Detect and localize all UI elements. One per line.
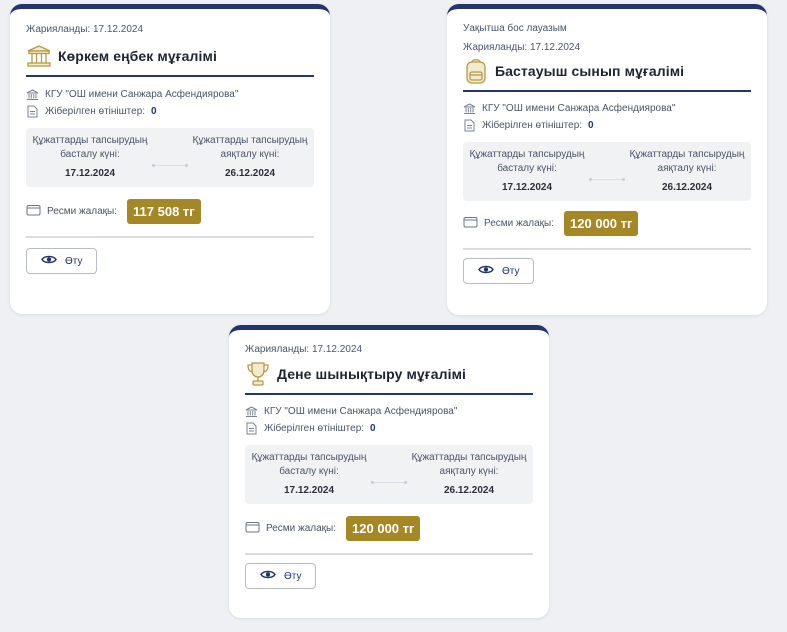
start-date-value: 17.12.2024 bbox=[283, 485, 335, 496]
salary-label: Ресми жалақы: bbox=[266, 523, 337, 534]
start-date-column: Құжаттарды тапсырудың басталу күні: 17.1… bbox=[30, 134, 150, 179]
salary-badge: 120 000 тг bbox=[346, 516, 421, 541]
end-date-column: Құжаттарды тапсырудың аяқталу күні: 26.1… bbox=[190, 134, 310, 179]
date-connector bbox=[587, 178, 627, 181]
view-button-label: Өту bbox=[502, 265, 520, 277]
applications-label: Жіберілген өтініштер: bbox=[45, 106, 146, 117]
salary-badge: 120 000 тг bbox=[564, 211, 639, 236]
card-title-row: Дене шынықтыру мұғалімі bbox=[245, 361, 533, 395]
card-divider bbox=[245, 553, 533, 555]
salary-row: Ресми жалақы: 120 000 тг bbox=[463, 211, 751, 236]
salary-label: Ресми жалақы: bbox=[47, 206, 118, 217]
applications-count: 0 bbox=[370, 423, 376, 434]
start-date-value: 17.12.2024 bbox=[64, 168, 116, 179]
view-button[interactable]: Өту bbox=[26, 248, 98, 274]
applications-row: Жіберілген өтініштер: 0 bbox=[26, 103, 314, 120]
view-button[interactable]: Өту bbox=[463, 258, 535, 284]
end-date-label: Құжаттарды тапсырудың аяқталу күні: bbox=[411, 452, 527, 477]
applications-label: Жіберілген өтініштер: bbox=[482, 120, 583, 131]
document-icon bbox=[26, 105, 39, 118]
vacancy-status-label: Уақытша бос лауазым bbox=[463, 23, 567, 34]
applications-count: 0 bbox=[588, 120, 594, 131]
view-button-label: Өту bbox=[284, 570, 302, 582]
published-date: Жарияланды: 17.12.2024 bbox=[26, 24, 144, 35]
salary-row: Ресми жалақы: 120 000 тг bbox=[245, 516, 533, 541]
start-date-column: Құжаттарды тапсырудың басталу күні: 17.1… bbox=[249, 451, 369, 496]
start-date-label: Құжаттарды тапсырудың басталу күні: bbox=[469, 149, 585, 174]
card-title-row: Бастауыш сынып мұғалімі bbox=[463, 58, 751, 92]
vacancy-title[interactable]: Дене шынықтыру мұғалімі bbox=[277, 366, 466, 382]
published-date: Жарияланды: 17.12.2024 bbox=[245, 344, 363, 355]
organization-name: КГУ "ОШ имени Санжара Асфендиярова" bbox=[482, 103, 676, 114]
column-building-icon bbox=[26, 43, 52, 69]
dates-box: Құжаттарды тапсырудың басталу күні: 17.1… bbox=[245, 445, 533, 504]
eye-icon bbox=[41, 254, 57, 268]
organization-row: КГУ "ОШ имени Санжара Асфендиярова" bbox=[26, 86, 314, 103]
applications-count: 0 bbox=[151, 106, 157, 117]
salary-label: Ресми жалақы: bbox=[484, 218, 555, 229]
start-date-column: Құжаттарды тапсырудың басталу күні: 17.1… bbox=[467, 148, 587, 193]
dates-box: Құжаттарды тапсырудың басталу күні: 17.1… bbox=[26, 128, 314, 187]
vacancy-card: Жарияланды: 17.12.2024 Дене шынықтыру мұ… bbox=[229, 325, 549, 618]
view-button-label: Өту bbox=[65, 255, 83, 267]
vacancy-title[interactable]: Көркем еңбек мұғалімі bbox=[58, 48, 217, 64]
end-date-column: Құжаттарды тапсырудың аяқталу күні: 26.1… bbox=[627, 148, 747, 193]
wallet-icon bbox=[245, 521, 260, 536]
end-date-value: 26.12.2024 bbox=[443, 485, 495, 496]
vacancy-title[interactable]: Бастауыш сынып мұғалімі bbox=[495, 63, 684, 79]
end-date-column: Құжаттарды тапсырудың аяқталу күні: 26.1… bbox=[409, 451, 529, 496]
applications-row: Жіберілген өтініштер: 0 bbox=[245, 420, 533, 437]
start-date-value: 17.12.2024 bbox=[501, 182, 553, 193]
backpack-icon bbox=[463, 58, 489, 84]
vacancy-card: Уақытша бос лауазым Жарияланды: 17.12.20… bbox=[447, 4, 767, 315]
start-date-label: Құжаттарды тапсырудың басталу күні: bbox=[32, 135, 148, 160]
bank-building-icon bbox=[26, 88, 39, 101]
end-date-value: 26.12.2024 bbox=[224, 168, 276, 179]
end-date-value: 26.12.2024 bbox=[661, 182, 713, 193]
salary-row: Ресми жалақы: 117 508 тг bbox=[26, 199, 314, 224]
date-connector bbox=[369, 481, 409, 484]
wallet-icon bbox=[463, 216, 478, 231]
applications-label: Жіберілген өтініштер: bbox=[264, 423, 365, 434]
salary-badge: 117 508 тг bbox=[127, 199, 201, 224]
document-icon bbox=[463, 119, 476, 132]
card-divider bbox=[26, 236, 314, 238]
card-divider bbox=[463, 248, 751, 250]
trophy-icon bbox=[245, 361, 271, 387]
end-date-label: Құжаттарды тапсырудың аяқталу күні: bbox=[192, 135, 308, 160]
bank-building-icon bbox=[245, 405, 258, 418]
view-button[interactable]: Өту bbox=[245, 563, 317, 589]
published-date: Жарияланды: 17.12.2024 bbox=[463, 42, 581, 53]
document-icon bbox=[245, 422, 258, 435]
card-title-row: Көркем еңбек мұғалімі bbox=[26, 43, 314, 77]
organization-name: КГУ "ОШ имени Санжара Асфендиярова" bbox=[45, 89, 239, 100]
end-date-label: Құжаттарды тапсырудың аяқталу күні: bbox=[629, 149, 745, 174]
wallet-icon bbox=[26, 204, 41, 219]
eye-icon bbox=[260, 569, 276, 583]
organization-row: КГУ "ОШ имени Санжара Асфендиярова" bbox=[463, 100, 751, 117]
start-date-label: Құжаттарды тапсырудың басталу күні: bbox=[251, 452, 367, 477]
date-connector bbox=[150, 164, 190, 167]
bank-building-icon bbox=[463, 102, 476, 115]
vacancy-card: Жарияланды: 17.12.2024 Көркем еңбек мұға… bbox=[10, 4, 330, 314]
organization-name: КГУ "ОШ имени Санжара Асфендиярова" bbox=[264, 406, 458, 417]
dates-box: Құжаттарды тапсырудың басталу күні: 17.1… bbox=[463, 142, 751, 201]
organization-row: КГУ "ОШ имени Санжара Асфендиярова" bbox=[245, 403, 533, 420]
eye-icon bbox=[478, 264, 494, 278]
applications-row: Жіберілген өтініштер: 0 bbox=[463, 117, 751, 134]
